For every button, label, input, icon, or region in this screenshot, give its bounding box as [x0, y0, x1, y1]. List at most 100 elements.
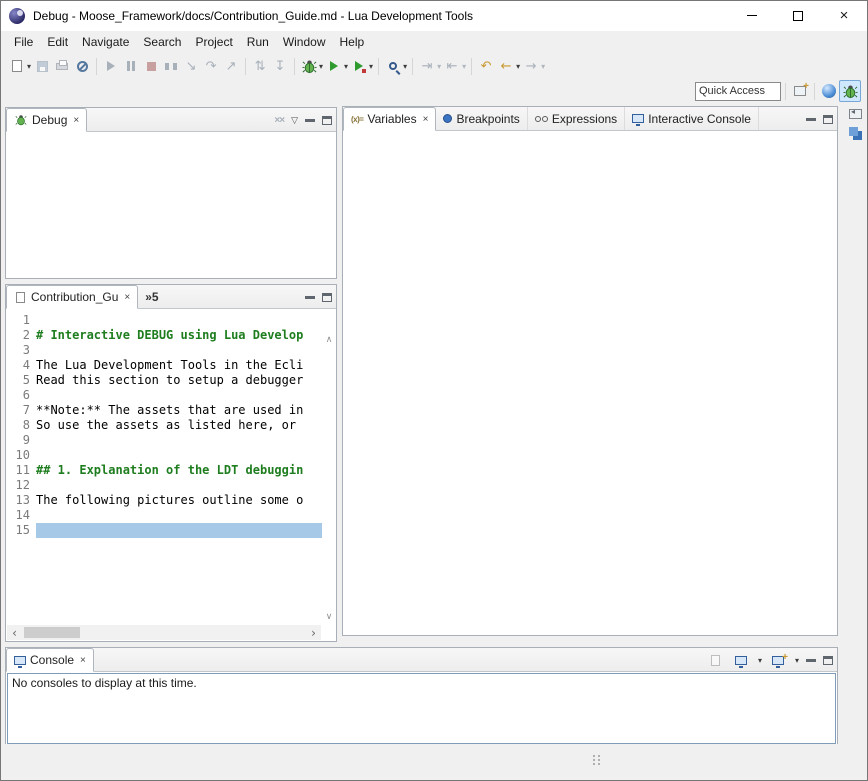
maximize-button[interactable]	[775, 1, 821, 30]
new-wizard-button[interactable]: ▾	[7, 55, 32, 77]
tab-console[interactable]: Console ×	[6, 648, 94, 672]
tab-interactive-console[interactable]: Interactive Console	[625, 107, 759, 130]
disconnect-button[interactable]	[161, 55, 181, 77]
minimize-panel-icon[interactable]	[305, 296, 315, 299]
last-edit-location-button[interactable]: ↶	[476, 55, 496, 77]
run-button[interactable]: ▾	[324, 55, 349, 77]
menu-help[interactable]: Help	[333, 32, 372, 52]
external-tools-button[interactable]: ▾	[349, 55, 374, 77]
restore-view-icon[interactable]	[849, 109, 862, 119]
editor-line[interactable]: 3	[6, 343, 322, 358]
perspective-lua-button[interactable]	[819, 80, 839, 102]
menu-navigate[interactable]: Navigate	[75, 32, 136, 52]
editor-line[interactable]: 8So use the assets as listed here, or	[6, 418, 322, 433]
console-body[interactable]: No consoles to display at this time.	[7, 673, 836, 744]
terminate-button[interactable]	[141, 55, 161, 77]
menu-file[interactable]: File	[7, 32, 40, 52]
editor-overflow-tabs[interactable]: »5	[138, 285, 165, 308]
search-button[interactable]: ▾	[383, 55, 408, 77]
step-return-button[interactable]: ↗	[221, 55, 241, 77]
editor-line[interactable]: 7**Note:** The assets that are used in	[6, 403, 322, 418]
drop-to-frame-icon: ↧	[271, 57, 289, 75]
tab-expressions[interactable]: Expressions	[528, 107, 625, 130]
maximize-panel-icon[interactable]	[322, 293, 332, 302]
debug-button[interactable]: ▾	[299, 55, 324, 77]
display-console-menu-icon[interactable]: ▾	[758, 656, 762, 665]
resume-icon	[102, 57, 120, 75]
maximize-panel-icon[interactable]	[823, 115, 833, 124]
tab-contribution-guide[interactable]: Contribution_Gu ×	[6, 285, 138, 309]
quick-access-input[interactable]	[695, 82, 781, 101]
remove-all-terminated-icon[interactable]: ××	[274, 115, 284, 126]
print-button[interactable]	[52, 55, 72, 77]
minimize-panel-icon[interactable]	[806, 118, 816, 121]
previous-annotation-button[interactable]: ⇤▾	[442, 55, 467, 77]
debug-view-icon	[14, 113, 28, 127]
editor-line-cursor[interactable]: 15	[6, 523, 322, 538]
close-icon[interactable]: ×	[80, 655, 86, 666]
menu-search[interactable]: Search	[136, 32, 188, 52]
tab-breakpoints[interactable]: Breakpoints	[436, 107, 527, 130]
editor-line[interactable]: 4The Lua Development Tools in the Ecli	[6, 358, 322, 373]
toolbar-separator	[378, 58, 379, 75]
maximize-panel-icon[interactable]	[823, 656, 833, 665]
use-step-filters-button[interactable]: ⇅	[250, 55, 270, 77]
view-menu-icon[interactable]: ▽	[291, 115, 298, 126]
editor-line[interactable]: 11## 1. Explanation of the LDT debuggin	[6, 463, 322, 478]
menu-window[interactable]: Window	[276, 32, 333, 52]
editor-line[interactable]: 12	[6, 478, 322, 493]
tab-debug[interactable]: Debug ×	[6, 108, 87, 132]
debug-view-body[interactable]	[6, 132, 336, 278]
editor-line[interactable]: 5Read this section to setup a debugger	[6, 373, 322, 388]
sash-handle[interactable]	[593, 755, 601, 765]
editor-line[interactable]: 10	[6, 448, 322, 463]
menu-run[interactable]: Run	[240, 32, 276, 52]
scroll-up-icon[interactable]: ∧	[326, 335, 333, 345]
menu-project[interactable]: Project	[188, 32, 239, 52]
resume-button[interactable]	[101, 55, 121, 77]
back-icon: ←	[497, 57, 515, 75]
minimize-panel-icon[interactable]	[806, 659, 816, 662]
close-icon[interactable]: ×	[423, 114, 429, 125]
open-console-icon[interactable]: +	[769, 651, 787, 669]
fast-view-bar	[844, 109, 867, 136]
maximize-panel-icon[interactable]	[322, 116, 332, 125]
editor-line[interactable]: 13The following pictures outline some o	[6, 493, 322, 508]
scroll-left-icon[interactable]: ‹	[7, 626, 22, 640]
variables-view-body[interactable]	[343, 131, 837, 635]
editor-line[interactable]: 6	[6, 388, 322, 403]
open-console-menu-icon[interactable]: ▾	[795, 656, 799, 665]
close-icon[interactable]: ×	[124, 292, 130, 303]
next-annotation-button[interactable]: ⇥▾	[417, 55, 442, 77]
back-button[interactable]: ←▾	[496, 55, 521, 77]
suspend-button[interactable]	[121, 55, 141, 77]
editor-horizontal-scrollbar[interactable]: ‹ ›	[7, 625, 321, 640]
editor-vertical-scrollbar[interactable]: ∧ ∨	[322, 333, 336, 624]
editor-body[interactable]: 1 2# Interactive DEBUG using Lua Develop…	[6, 309, 336, 641]
close-button[interactable]: ×	[821, 1, 867, 30]
display-selected-console-icon[interactable]	[732, 651, 750, 669]
step-into-button[interactable]: ↘	[181, 55, 201, 77]
forward-button[interactable]: →▾	[521, 55, 546, 77]
step-over-button[interactable]: ↷	[201, 55, 221, 77]
tab-variables[interactable]: (x)= Variables ×	[343, 107, 436, 131]
scroll-down-icon[interactable]: ∨	[326, 612, 333, 622]
scroll-right-icon[interactable]: ›	[306, 626, 321, 640]
pin-console-icon[interactable]	[707, 651, 725, 669]
minimize-panel-icon[interactable]	[305, 119, 315, 122]
minimize-button[interactable]	[729, 1, 775, 30]
close-icon[interactable]: ×	[73, 115, 79, 126]
scrollbar-thumb[interactable]	[24, 627, 80, 638]
step-over-icon: ↷	[202, 57, 220, 75]
editor-line[interactable]: 1	[6, 313, 322, 328]
minimized-view-icon[interactable]	[849, 127, 858, 136]
editor-line[interactable]: 2# Interactive DEBUG using Lua Develop	[6, 328, 322, 343]
save-button[interactable]	[32, 55, 52, 77]
skip-all-breakpoints-button[interactable]	[72, 55, 92, 77]
editor-line[interactable]: 9	[6, 433, 322, 448]
menu-edit[interactable]: Edit	[40, 32, 75, 52]
editor-line[interactable]: 14	[6, 508, 322, 523]
drop-to-frame-button[interactable]: ↧	[270, 55, 290, 77]
perspective-debug-button[interactable]	[839, 80, 861, 102]
open-perspective-button[interactable]	[790, 80, 810, 102]
